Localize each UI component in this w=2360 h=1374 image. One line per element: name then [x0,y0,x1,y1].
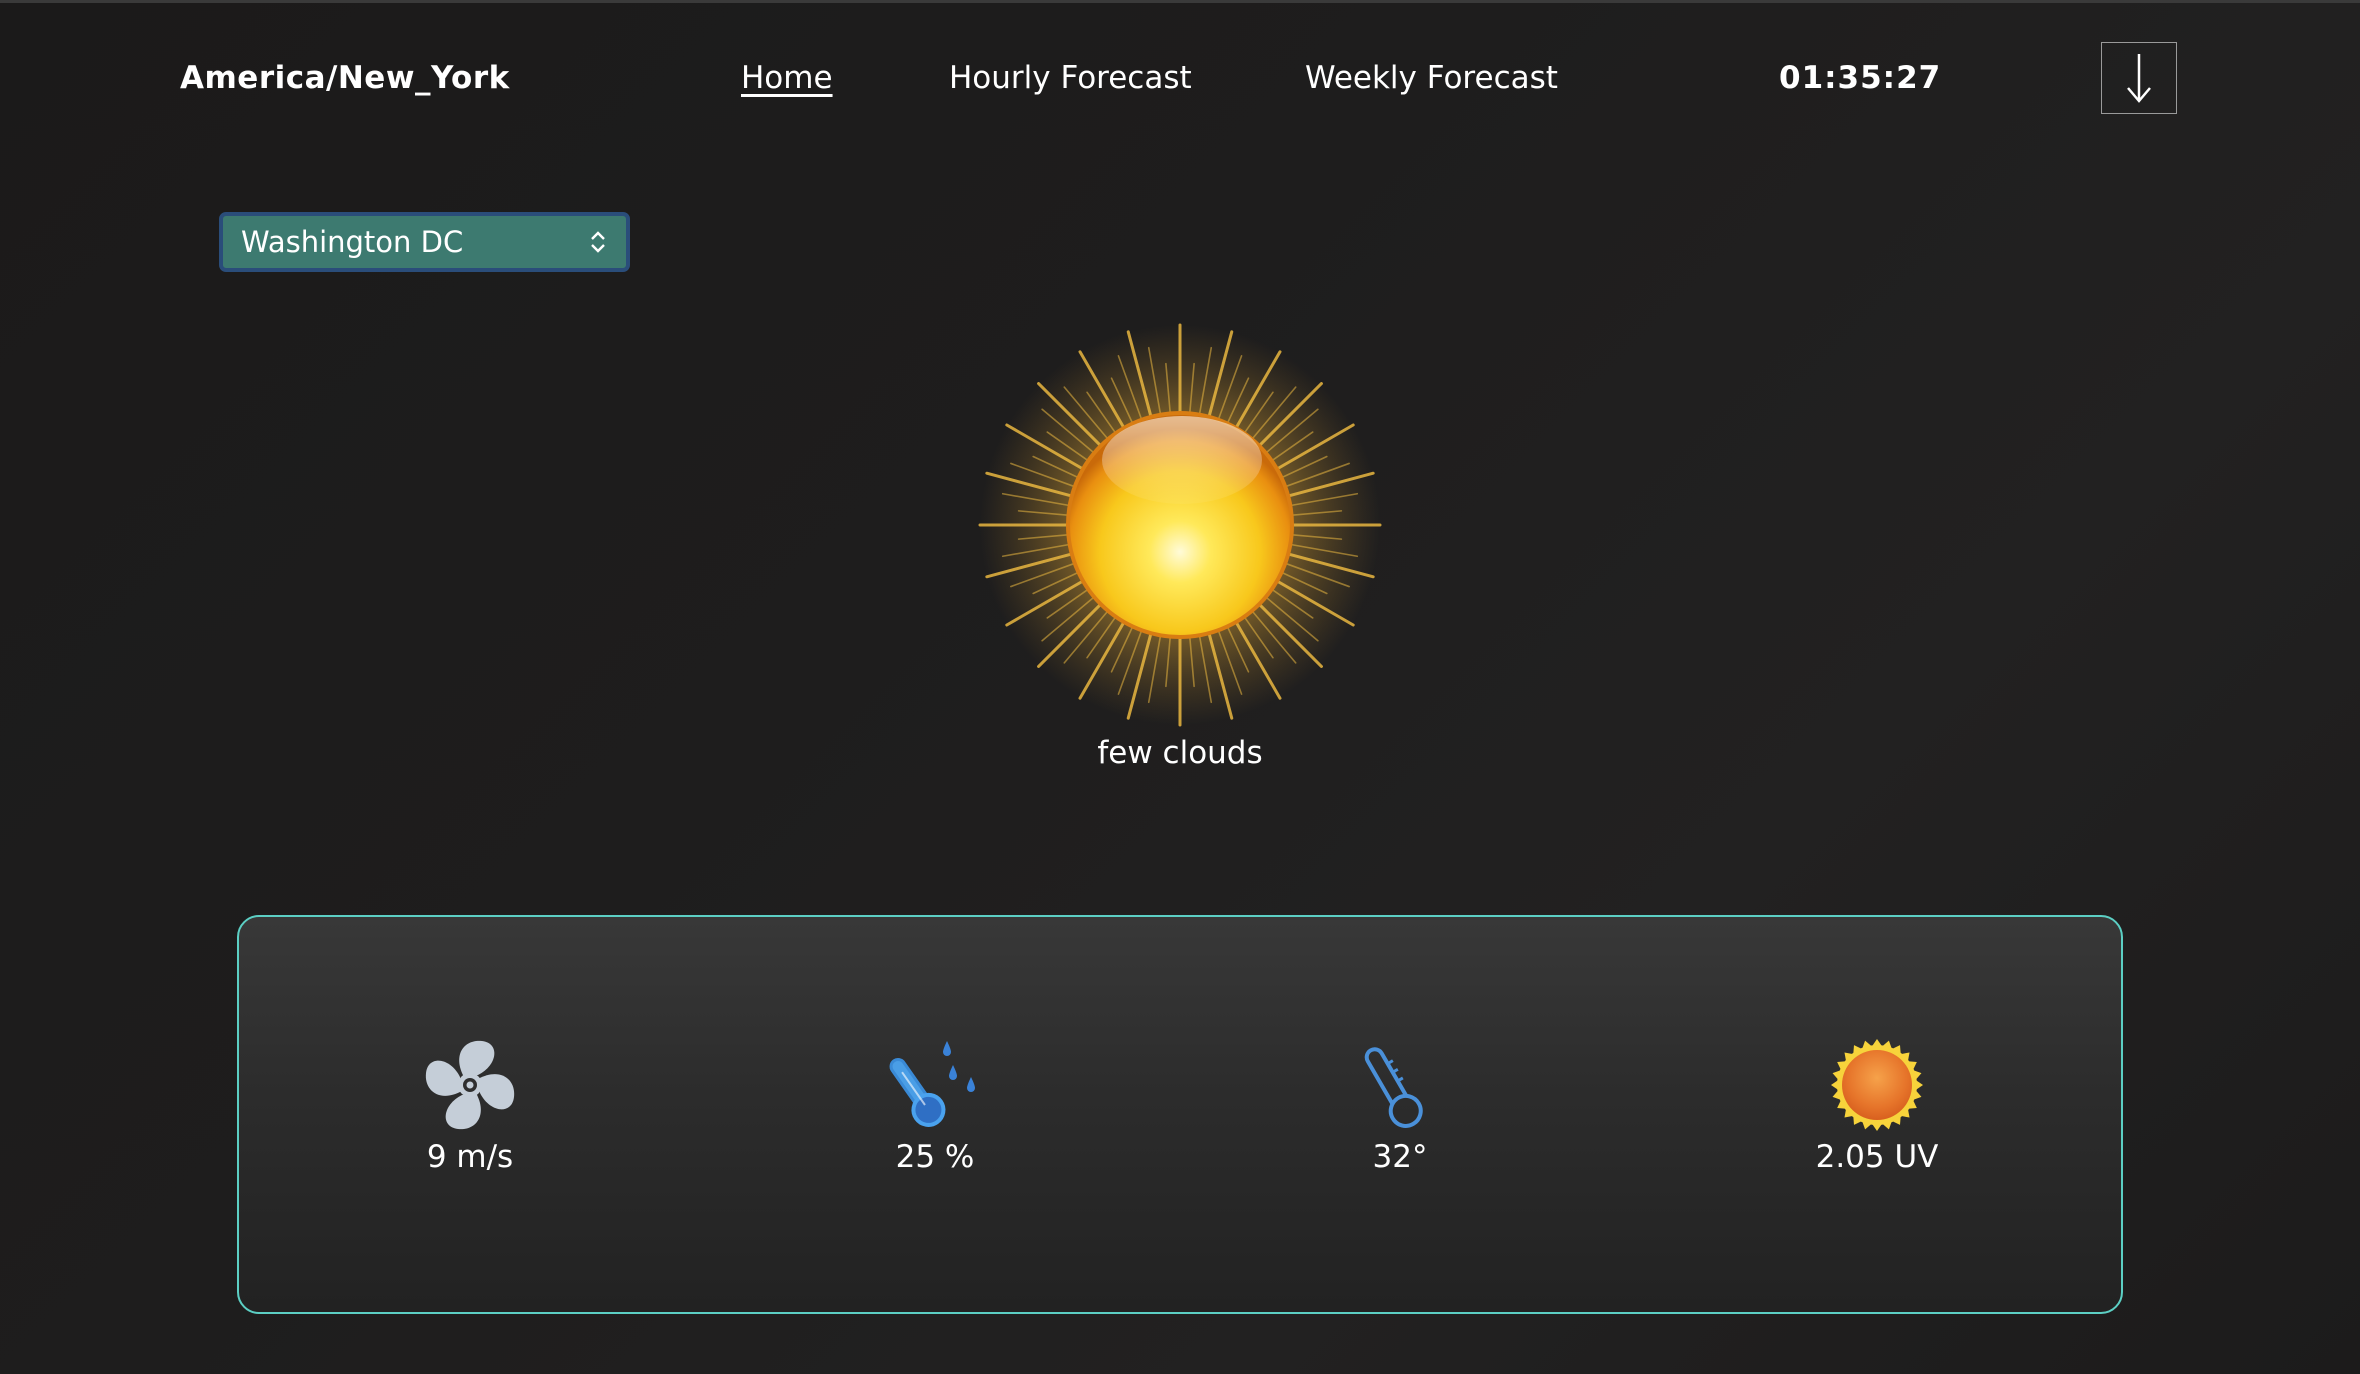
uv-index-stat: 2.05 UV [1757,1035,1997,1175]
clock: 01:35:27 [1779,60,1942,96]
nav-weekly-forecast-link[interactable]: Weekly Forecast [1305,60,1558,96]
city-select-value: Washington DC [241,225,464,259]
timezone-label: America/New_York [180,60,510,96]
thermometer-icon [1364,1047,1423,1128]
fan-icon [425,1040,515,1130]
chevron-up-down-icon [591,231,605,253]
arrow-down-icon [2127,54,2151,103]
humidity-value: 25 % [895,1139,975,1175]
uv-sun-icon [1831,1039,1923,1131]
scroll-down-button[interactable] [2101,42,2177,114]
uv-index-value: 2.05 UV [1815,1139,1939,1175]
wind-speed-value: 9 m/s [426,1139,514,1175]
city-select[interactable]: Washington DC [219,212,630,272]
weather-condition: few clouds [1097,735,1263,771]
humidity-thermometer-icon [889,1041,975,1127]
humidity-stat: 25 % [815,1035,1055,1175]
top-bar: America/New_York Home Hourly Forecast We… [0,0,2360,160]
nav-hourly-forecast-link[interactable]: Hourly Forecast [949,60,1192,96]
temperature-value: 32° [1372,1139,1428,1175]
sun-icon [978,323,1382,727]
wind-stat: 9 m/s [350,1035,590,1175]
nav-home-link[interactable]: Home [741,60,833,96]
temperature-stat: 32° [1280,1035,1520,1175]
